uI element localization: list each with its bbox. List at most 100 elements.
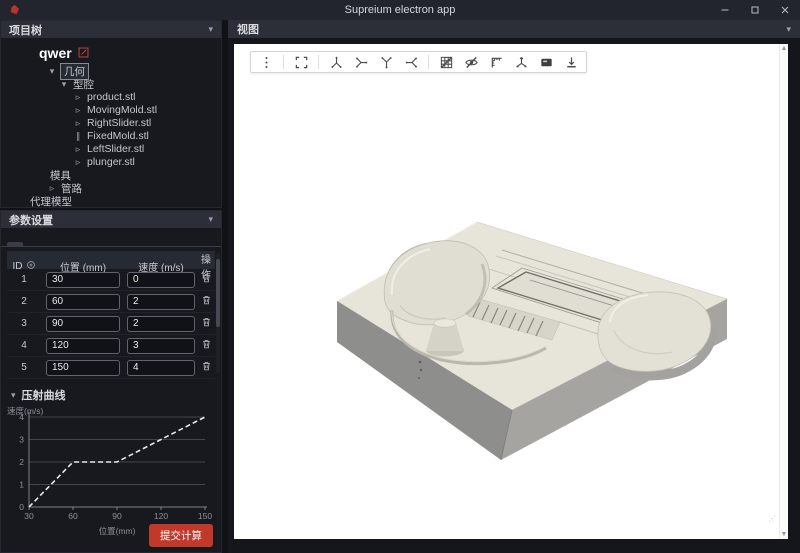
col-id: ID: [13, 261, 23, 272]
axis-view-3-button[interactable]: [378, 54, 394, 70]
toolbar-separator: [318, 55, 319, 69]
project-tree-title: 项目树: [9, 22, 42, 38]
maximize-button[interactable]: [740, 0, 770, 20]
left-sidebar: 项目树 ▾ qwer ▾ 几何 ▾: [0, 20, 222, 553]
svg-text:速度(m/s): 速度(m/s): [7, 406, 44, 416]
view-panel: 视图 ▾: [228, 20, 800, 553]
axes-button[interactable]: [513, 54, 529, 70]
position-input[interactable]: [46, 338, 120, 354]
close-button[interactable]: [770, 0, 800, 20]
tree-item-icon: ▾: [59, 80, 69, 89]
tree-item-label: LeftSlider.stl: [87, 143, 144, 155]
velocity-input[interactable]: [127, 272, 195, 288]
tree-item[interactable]: 模具: [1, 169, 221, 181]
parameters-title: 参数设置: [9, 212, 53, 228]
submit-calculation-button[interactable]: 提交计算: [149, 524, 213, 547]
row-id: 1: [7, 274, 41, 285]
stage-tabs: [1, 228, 221, 247]
axis-view-1-button[interactable]: [328, 54, 344, 70]
trash-icon: [201, 338, 212, 353]
velocity-input[interactable]: [127, 294, 195, 310]
scroll-down-icon[interactable]: ▼: [781, 531, 788, 538]
table-row: 5: [7, 357, 215, 379]
titlebar: Supreium electron app: [0, 0, 800, 20]
viewport-scrollbar[interactable]: ▲ ▼: [779, 44, 788, 539]
tab[interactable]: [7, 242, 23, 246]
axis-view-2-button[interactable]: [353, 54, 369, 70]
tree-item-label: FixedMold.stl: [87, 130, 149, 142]
scale-ruler-button[interactable]: [488, 54, 504, 70]
delete-row-button[interactable]: [197, 294, 215, 309]
tree-item[interactable]: ▹ 管路: [1, 182, 221, 194]
screenshot-button[interactable]: [538, 54, 554, 70]
row-id: 5: [7, 362, 41, 373]
svg-text:90: 90: [112, 511, 122, 521]
row-id: 3: [7, 318, 41, 329]
delete-row-button[interactable]: [197, 272, 215, 287]
scrollbar-thumb[interactable]: [216, 259, 220, 327]
tree-item[interactable]: 代理模型: [1, 195, 221, 207]
svg-text:150: 150: [198, 511, 212, 521]
collapse-section-icon[interactable]: ▾: [11, 391, 16, 400]
tree-item[interactable]: ▹ plunger.stl: [1, 156, 221, 168]
rename-project-icon[interactable]: [78, 45, 89, 61]
table-header: ID 位置 (mm) 速度 (m/s) 操作: [7, 251, 215, 269]
3d-viewport[interactable]: ▲ ▼ ⋰: [234, 44, 788, 539]
collapse-panel-icon[interactable]: ▾: [208, 25, 213, 34]
velocity-input[interactable]: [127, 316, 195, 332]
tree-item[interactable]: ▾ 几何: [1, 65, 221, 77]
position-input[interactable]: [46, 272, 120, 288]
tree-item[interactable]: ∥ FixedMold.stl: [1, 130, 221, 142]
fit-view-button[interactable]: [293, 54, 309, 70]
3d-model-mold[interactable]: [330, 210, 738, 464]
delete-row-button[interactable]: [197, 360, 215, 375]
project-root-label: qwer: [39, 45, 72, 61]
delete-row-button[interactable]: [197, 338, 215, 353]
window-controls: [710, 0, 800, 20]
tree-item-icon: ▹: [73, 93, 83, 102]
tree-item[interactable]: ▹ RightSlider.stl: [1, 117, 221, 129]
tree-item-icon: ▹: [47, 184, 57, 193]
resize-grip-icon[interactable]: ⋰: [768, 514, 777, 523]
position-input[interactable]: [46, 360, 120, 376]
toolbar-separator: [283, 55, 284, 69]
collapse-panel-icon[interactable]: ▾: [208, 215, 213, 224]
params-scrollbar[interactable]: [216, 253, 220, 373]
svg-text:60: 60: [68, 511, 78, 521]
tree-item-icon: ▹: [73, 106, 83, 115]
scroll-up-icon[interactable]: ▲: [781, 45, 788, 52]
delete-row-button[interactable]: [197, 316, 215, 331]
window-control-icon: [780, 3, 790, 18]
velocity-input[interactable]: [127, 338, 195, 354]
position-input[interactable]: [46, 316, 120, 332]
injection-curve-title: 压射曲线: [22, 387, 66, 403]
tree-item-label: 型腔: [73, 77, 94, 92]
table-row: 4: [7, 335, 215, 357]
project-root-item[interactable]: qwer: [1, 43, 221, 64]
tree-item[interactable]: ▾ 型腔: [1, 78, 221, 90]
position-input[interactable]: [46, 294, 120, 310]
velocity-input[interactable]: [127, 360, 195, 376]
trash-icon: [201, 294, 212, 309]
hide-mesh-button[interactable]: [463, 54, 479, 70]
minimize-button[interactable]: [710, 0, 740, 20]
injection-curve-header[interactable]: ▾ 压射曲线: [1, 379, 221, 405]
tab[interactable]: [25, 242, 41, 246]
download-button[interactable]: [563, 54, 579, 70]
tree-item[interactable]: ▹ product.stl: [1, 91, 221, 103]
table-rows: 1 2 3: [7, 269, 215, 379]
view-header: 视图 ▾: [228, 20, 800, 38]
svg-text:1: 1: [19, 480, 24, 490]
parameters-panel: 参数设置 ▾ ID 位置 (mm) 速度 (m/s) 操作: [0, 210, 222, 553]
trash-icon: [201, 272, 212, 287]
tree-item[interactable]: ▹ LeftSlider.stl: [1, 143, 221, 155]
project-tree-panel: 项目树 ▾ qwer ▾ 几何 ▾: [0, 20, 222, 208]
collapse-panel-icon[interactable]: ▾: [786, 25, 791, 34]
mesh-grid-button[interactable]: [438, 54, 454, 70]
tree-item[interactable]: ▹ MovingMold.stl: [1, 104, 221, 116]
add-row-icon[interactable]: [26, 260, 36, 273]
axis-view-4-button[interactable]: [403, 54, 419, 70]
kebab-menu-button[interactable]: [258, 54, 274, 70]
window-control-icon: [750, 3, 760, 18]
tree-item-label: MovingMold.stl: [87, 104, 157, 116]
